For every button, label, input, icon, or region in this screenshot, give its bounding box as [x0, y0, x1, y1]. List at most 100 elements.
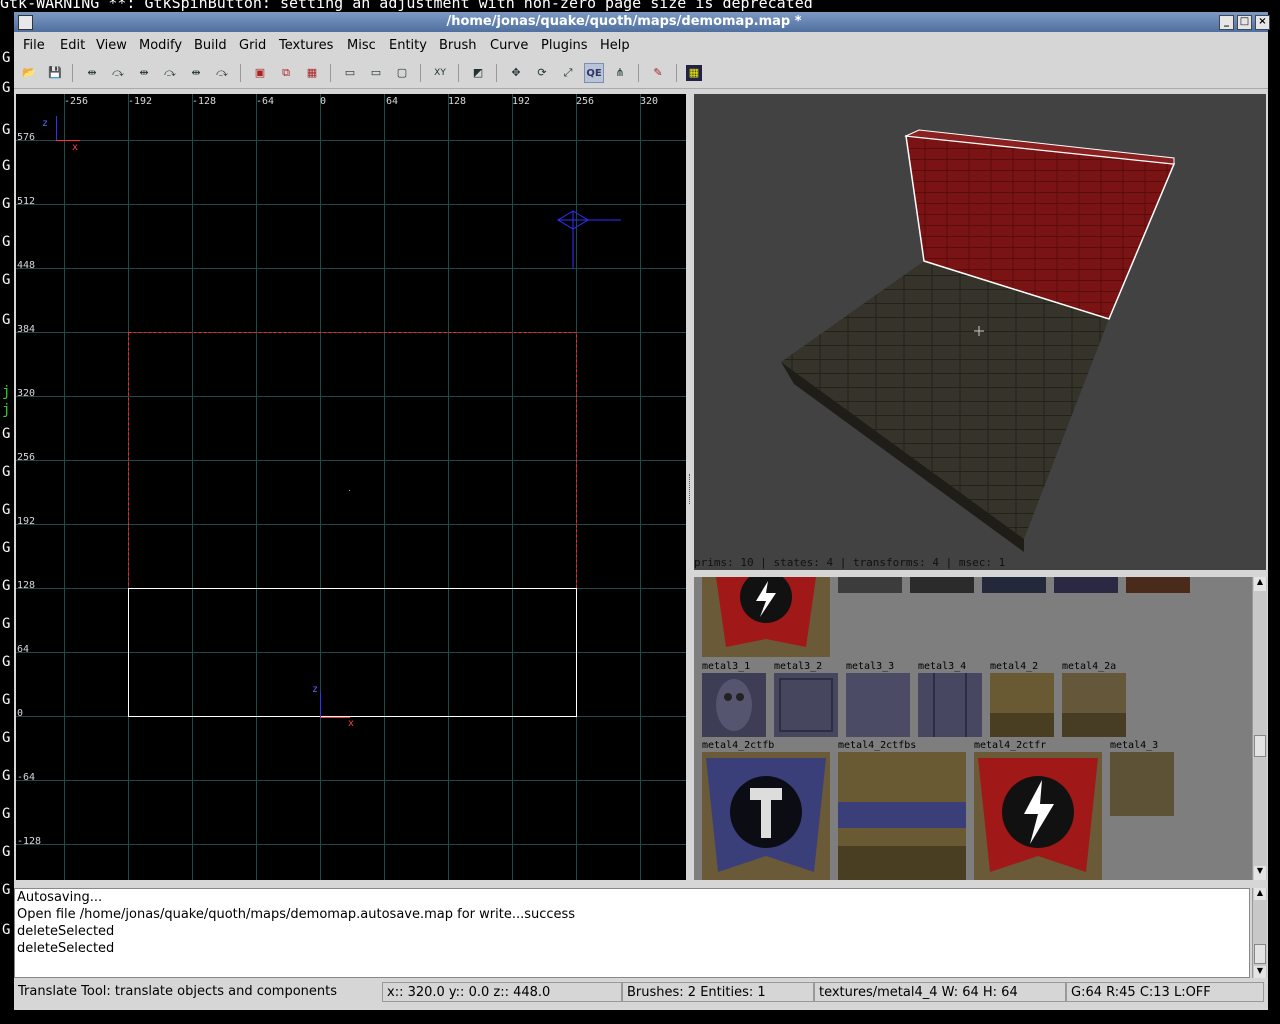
title-bar[interactable]: /home/jonas/quake/quoth/maps/demomap.map… [14, 12, 1270, 32]
camera-view[interactable] [694, 94, 1266, 570]
menu-view[interactable]: View [96, 38, 127, 53]
ruler-y-label: 128 [17, 580, 36, 591]
rotate-icon[interactable]: ⟳ [532, 63, 552, 83]
minimize-icon[interactable]: _ [1219, 15, 1234, 30]
ruler-y-label: 0 [17, 708, 24, 719]
maximize-icon[interactable]: □ [1237, 15, 1252, 30]
csg-subtract-icon[interactable]: ▭ [340, 63, 360, 83]
close-icon[interactable]: × [1255, 15, 1270, 30]
status-texture: textures/metal4_4 W: 64 H: 64 [814, 982, 1066, 1002]
xy-view[interactable]: z x z x -256 -192 -128 -64 0 64 128 192 … [16, 94, 686, 880]
flip-x-icon[interactable]: ⇹ [82, 63, 102, 83]
menu-grid[interactable]: Grid [239, 38, 266, 53]
menu-textures[interactable]: Textures [279, 38, 333, 53]
qe-tool-button[interactable]: QE [584, 63, 604, 83]
status-tool: Translate Tool: translate objects and co… [18, 984, 338, 999]
patch-icon[interactable]: ▦ [686, 65, 702, 81]
translate-icon[interactable]: ✥ [506, 63, 526, 83]
scroll-thumb[interactable] [1254, 944, 1266, 964]
select-partial-tall-icon[interactable]: ▦ [302, 63, 322, 83]
terminal-glyph: G [2, 882, 11, 898]
window-title: /home/jonas/quake/quoth/maps/demomap.map… [446, 14, 802, 29]
flip-y-icon[interactable]: ⇹ [134, 63, 154, 83]
entity-marker [557, 210, 621, 269]
ruler-x-label: -192 [128, 96, 153, 107]
texture-name: metal3_1 [702, 661, 751, 672]
status-coords: x:: 320.0 y:: 0.0 z:: 448.0 [382, 982, 622, 1002]
open-icon[interactable]: 📂 [19, 63, 39, 83]
rotate-x-icon[interactable]: ⤼ [108, 63, 128, 83]
menu-curve[interactable]: Curve [490, 38, 528, 53]
texture-name: metal3_3 [846, 661, 895, 672]
menu-modify[interactable]: Modify [139, 38, 182, 53]
terminal-glyph: j [2, 384, 11, 400]
ruler-y-label: -64 [17, 772, 36, 783]
menu-help[interactable]: Help [600, 38, 630, 53]
select-complete-tall-icon[interactable]: ▣ [250, 63, 270, 83]
texture-name: metal4_3 [1110, 740, 1159, 751]
terminal-glyph: G [2, 50, 11, 66]
terminal-glyph: G [2, 654, 11, 670]
texture-name: metal3_4 [918, 661, 967, 672]
scroll-up-icon[interactable]: ▲ [1254, 888, 1266, 900]
csg-merge-icon[interactable]: ▭ [366, 63, 386, 83]
terminal-glyph: G [2, 80, 11, 96]
console-scrollbar[interactable]: ▲ ▼ [1252, 888, 1267, 978]
axis-label-z: z [42, 118, 49, 129]
ruler-x-label: -256 [64, 96, 89, 107]
scroll-down-icon[interactable]: ▼ [1254, 966, 1266, 978]
horizontal-splitter[interactable] [694, 570, 1266, 577]
xy-grid [16, 94, 686, 880]
scroll-thumb[interactable] [1254, 735, 1266, 757]
terminal-glyph: G [2, 616, 11, 632]
camera-texture-icon[interactable]: ◩ [468, 63, 488, 83]
menu-entity[interactable]: Entity [389, 38, 427, 53]
menu-brush[interactable]: Brush [439, 38, 477, 53]
ruler-y-label: 64 [17, 644, 30, 655]
menu-build[interactable]: Build [194, 38, 227, 53]
menu-misc[interactable]: Misc [347, 38, 376, 53]
ruler-y-label: 192 [17, 516, 36, 527]
texture-name: metal3_2 [774, 661, 823, 672]
toolbar: 📂 💾 ⇹ ⤼ ⇹ ⤼ ⇹ ⤼ ▣ ⧉ ▦ ▭ ▭ ▢ XY ◩ ✥ ⟳ ⤢ Q… [14, 58, 1268, 89]
texture-name: metal4_2 [990, 661, 1039, 672]
menu-file[interactable]: File [23, 38, 45, 53]
origin-label-x: x [348, 718, 355, 729]
terminal-glyph: G [2, 122, 11, 138]
entity-brush-icon[interactable]: ✎ [648, 63, 668, 83]
save-icon[interactable]: 💾 [45, 63, 65, 83]
xy-view-icon[interactable]: XY [430, 63, 450, 83]
menu-edit[interactable]: Edit [60, 38, 85, 53]
select-touching-icon[interactable]: ⧉ [276, 63, 296, 83]
ruler-y-label: 448 [17, 260, 36, 271]
menu-plugins[interactable]: Plugins [541, 38, 588, 53]
terminal-glyph: G [2, 158, 11, 174]
terminal-glyph: G [2, 234, 11, 250]
terminal-glyph: G [2, 502, 11, 518]
origin-label-z: z [312, 684, 319, 695]
scroll-up-icon[interactable]: ▲ [1254, 577, 1266, 591]
rotate-z-icon[interactable]: ⤼ [212, 63, 232, 83]
terminal-left-column: GGGGGGGGjjGGGGGGGGGGGGGG [0, 12, 14, 1024]
rotate-y-icon[interactable]: ⤼ [160, 63, 180, 83]
menu-bar: File Edit View Modify Build Grid Texture… [14, 32, 1268, 58]
flip-z-icon[interactable]: ⇹ [186, 63, 206, 83]
texture-scrollbar[interactable]: ▲ ▼ [1252, 577, 1267, 880]
scale-icon[interactable]: ⤢ [558, 63, 578, 83]
csg-hollow-icon[interactable]: ▢ [392, 63, 412, 83]
texture-browser[interactable]: metal3_1 metal3_2 metal3_3 metal3_4 meta… [694, 577, 1252, 880]
ruler-x-label: 64 [386, 96, 399, 107]
terminal-glyph: j [2, 402, 11, 418]
scroll-down-icon[interactable]: ▼ [1254, 866, 1266, 880]
radiant-window: /home/jonas/quake/quoth/maps/demomap.map… [14, 12, 1270, 1010]
terminal-glyph: G [2, 196, 11, 212]
ruler-x-label: 320 [640, 96, 659, 107]
status-bar: Translate Tool: translate objects and co… [14, 980, 1268, 1006]
terminal-glyph: G [2, 426, 11, 442]
status-counts: Brushes: 2 Entities: 1 [622, 982, 814, 1002]
vertical-splitter[interactable] [686, 94, 694, 880]
texture-name: metal4_2ctfr [974, 740, 1047, 751]
vertex-edit-icon[interactable]: ⋔ [610, 63, 630, 83]
console-line: deleteSelected [17, 924, 115, 939]
console-line: Autosaving... [17, 890, 103, 905]
